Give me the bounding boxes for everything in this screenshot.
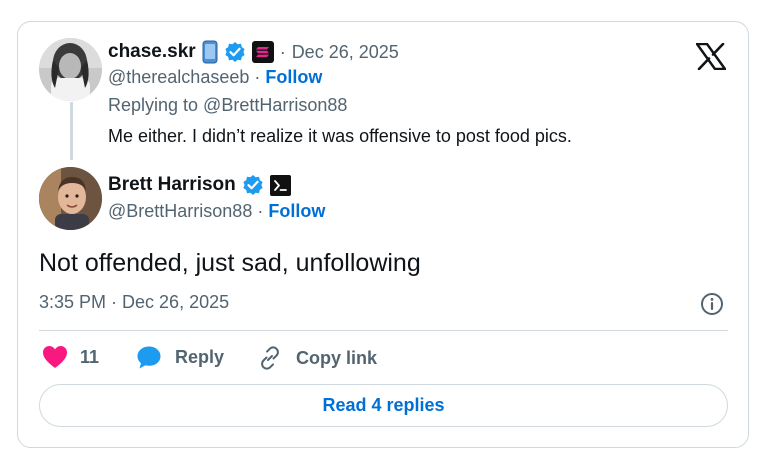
copy-link-button[interactable]: Copy link — [257, 345, 377, 371]
quoted-author-avatar[interactable] — [39, 38, 102, 101]
replying-to-label[interactable]: Replying to @BrettHarrison88 — [108, 95, 347, 116]
actions-divider — [39, 330, 728, 331]
quoted-post-text: Me either. I didn’t realize it was offen… — [108, 126, 572, 146]
author-avatar[interactable] — [39, 167, 102, 230]
thread-connector-line — [70, 102, 73, 160]
handle-separator: · — [254, 67, 261, 87]
author-name[interactable]: Brett Harrison — [108, 174, 236, 196]
author-handle[interactable]: @BrettHarrison88 — [108, 201, 252, 222]
reply-button[interactable]: Reply — [136, 345, 224, 370]
quoted-author-name[interactable]: chase.skr — [108, 41, 196, 63]
solana-icon — [251, 41, 274, 63]
reply-label: Reply — [175, 347, 225, 367]
read-replies-button[interactable]: Read 4 replies — [39, 384, 728, 427]
header-separator: · — [279, 41, 286, 62]
quoted-author-handle[interactable]: @therealchaseeb — [108, 67, 249, 88]
heart-icon — [43, 346, 67, 368]
post-timestamp[interactable]: 3:35 PM · Dec 26, 2025 — [39, 292, 229, 313]
quoted-header: chase.skr · Dec 26, 2025 — [108, 40, 399, 64]
handle-separator: · — [257, 201, 264, 221]
verified-badge-icon — [243, 175, 263, 195]
quoted-follow-button[interactable]: Follow — [265, 67, 322, 88]
like-count: 11 — [80, 346, 100, 367]
info-icon[interactable] — [700, 292, 724, 316]
terminal-icon — [269, 174, 291, 196]
author-header: Brett Harrison — [108, 173, 291, 197]
link-icon — [261, 346, 279, 370]
copy-link-label: Copy link — [296, 347, 378, 368]
like-button[interactable]: 11 — [42, 345, 99, 369]
post-text: Not offended, just sad, unfollowing — [39, 249, 421, 277]
quoted-handle-row: @therealchaseeb · Follow — [108, 67, 322, 88]
reply-bubble-icon — [137, 346, 161, 369]
phone-icon — [202, 40, 218, 64]
x-logo-icon[interactable] — [696, 43, 726, 70]
verified-badge-icon — [225, 42, 245, 62]
author-follow-button[interactable]: Follow — [268, 201, 325, 222]
author-handle-row: @BrettHarrison88 · Follow — [108, 201, 325, 222]
quoted-post-date[interactable]: Dec 26, 2025 — [292, 42, 399, 63]
